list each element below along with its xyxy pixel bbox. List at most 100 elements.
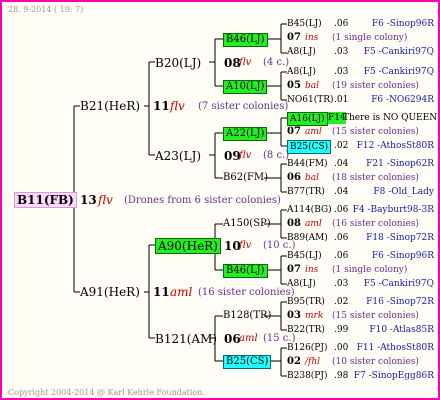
leaf-year: .04 xyxy=(334,159,349,169)
gen4-queen-5: A150(SP) xyxy=(223,218,271,229)
leaf-year: .04 xyxy=(334,187,349,197)
leaf-gen: 07 xyxy=(287,126,301,137)
leaf-flv: mrk xyxy=(305,311,324,321)
lower-b-queen: B121(AM) xyxy=(155,332,218,346)
lower-queen: A91(HeR) xyxy=(80,285,140,299)
leaf-year: .06 xyxy=(334,205,349,215)
leaf-queen: B77(TR) xyxy=(287,187,325,197)
gen4-queen-3: A22(LJ) xyxy=(223,127,268,141)
leaf-flv: ins xyxy=(305,33,319,43)
leaf-queen: A114(BG) xyxy=(287,205,332,215)
leaf-gen: 07 xyxy=(287,264,301,275)
leaf-origin: F5 -Cankiri97Q xyxy=(363,279,434,289)
leaf-queen: A8(LJ) xyxy=(287,279,316,289)
upper-gen: 11 xyxy=(153,99,170,113)
upper-flv: flv xyxy=(170,99,185,113)
leaf-note: (16 sister colonies) xyxy=(332,219,419,229)
lower-a-flv: flv xyxy=(239,240,252,251)
leaf-queen: B238(PJ) xyxy=(287,371,328,381)
leaf-origin: F5 -Cankiri97Q xyxy=(363,47,434,57)
leaf-gen: 03 xyxy=(287,310,301,321)
leaf-queen: A16(LJ) xyxy=(287,112,328,126)
leaf-note: (18 sister colonies) xyxy=(332,173,419,183)
leaf-origin: F4 -Bayburt98-3R xyxy=(352,205,434,215)
leaf-origin: F6 -Sinop96R xyxy=(371,19,434,29)
leaf-year: .02 xyxy=(334,141,349,151)
leaf-queen: B44(FM) xyxy=(287,159,328,169)
leaf-queen: B126(PJ) xyxy=(287,343,328,353)
leaf-origin: F11 -AthosSt80R xyxy=(356,343,434,353)
leaf-year: .01 xyxy=(334,95,349,105)
leaf-origin: F6 -Sinop96R xyxy=(371,251,434,261)
root-gen: 13 xyxy=(80,193,97,207)
leaf-gen: 07 xyxy=(287,32,301,43)
leaf-year: .03 xyxy=(334,67,349,77)
leaf-queen: B95(TR) xyxy=(287,297,325,307)
leaf-year: .00 xyxy=(334,343,349,353)
header-date: 28. 9-2014 ( 19: 7) xyxy=(8,5,84,14)
leaf-queen: A8(LJ) xyxy=(287,67,316,77)
lower-b-flv: aml xyxy=(239,333,258,344)
leaf-flv: bal xyxy=(305,81,320,91)
root-flv: flv xyxy=(98,193,113,207)
upper-queen: B21(HeR) xyxy=(80,99,141,113)
leaf-queen: B22(TR) xyxy=(287,325,325,335)
leaf-origin: F6 -NO6294R xyxy=(371,95,434,105)
leaf-year: .02 xyxy=(334,297,349,307)
leaf-note: (19 sister colonies) xyxy=(332,81,419,91)
leaf-note: (10 sister colonies) xyxy=(332,357,419,367)
leaf-note: (1 single colony) xyxy=(332,33,408,43)
upper-b-note: (8 c.) xyxy=(263,150,290,161)
leaf-year: .06 xyxy=(334,233,349,243)
footer-copyright: Copyright 2004-2014 @ Karl Kehrle Founda… xyxy=(8,388,205,397)
leaf-queen: A8(LJ) xyxy=(287,47,316,57)
leaf-origin: F12 -AthosSt80R xyxy=(356,141,434,151)
lower-flv: aml xyxy=(170,285,193,299)
root-note: (Drones from 6 sister colonies) xyxy=(124,195,281,206)
leaf-origin: F8 -Old_Lady xyxy=(373,187,434,197)
leaf-queen: B45(LJ) xyxy=(287,251,322,261)
leaf-year: .06 xyxy=(334,19,349,29)
leaf-queen: B45(LJ) xyxy=(287,19,322,29)
leaf-origin: F7 -SinopEgg86R xyxy=(353,371,434,381)
leaf-gen: 02 xyxy=(287,356,301,367)
gen4-queen-2: A10(LJ) xyxy=(223,80,268,94)
leaf-origin: F18 -Sinop72R xyxy=(366,233,434,243)
leaf-flv: aml xyxy=(305,219,322,229)
leaf-gen: 08 xyxy=(287,218,301,229)
gen4-queen-8: B25(CS) xyxy=(223,355,272,369)
leaf-queen: B25(CS) xyxy=(287,140,332,154)
leaf-year: .98 xyxy=(334,371,349,381)
pedigree-frame: 28. 9-2014 ( 19: 7) B11(FB) 13 flv (Dron… xyxy=(0,0,440,400)
upper-b-flv: flv xyxy=(239,150,252,161)
leaf-flv: ins xyxy=(305,265,319,275)
leaf-queen: NO61(TR) xyxy=(287,95,334,105)
lower-a-queen: A90(HeR) xyxy=(155,238,221,254)
upper-a-flv: flv xyxy=(239,57,252,68)
gen4-queen-6: B46(LJ) xyxy=(223,264,268,278)
gen4-queen-4: B62(FM) xyxy=(223,172,269,183)
leaf-flv: bal xyxy=(305,173,320,183)
gen4-queen-1: B46(LJ) xyxy=(223,33,268,47)
lower-note: (16 sister colonies) xyxy=(198,287,295,298)
root-queen: B11(FB) xyxy=(14,192,77,208)
leaf-note: (1 single colony) xyxy=(332,265,408,275)
leaf-gen: 05 xyxy=(287,80,301,91)
leaf-year: .99 xyxy=(334,325,349,335)
upper-note: (7 sister colonies) xyxy=(198,101,289,112)
leaf-origin: F16 -Sinop72R xyxy=(366,297,434,307)
upper-a-note: (4 c.) xyxy=(263,57,290,68)
leaf-gen: 06 xyxy=(287,172,301,183)
leaf-origin: F21 -Sinop62R xyxy=(366,159,434,169)
upper-a-queen: B20(LJ) xyxy=(155,56,202,70)
leaf-note: (15 sister colonies) xyxy=(332,311,419,321)
leaf-year: .03 xyxy=(334,279,349,289)
leaf-note: (15 sister colonies) xyxy=(332,127,419,137)
leaf-flv: /fhl xyxy=(305,357,321,367)
leaf-year: .06 xyxy=(334,251,349,261)
lower-gen: 11 xyxy=(153,285,170,299)
leaf-origin: There is NO QUEEN xyxy=(343,113,438,123)
gen4-queen-7: B128(TR) xyxy=(223,310,272,321)
leaf-queen: B89(AM) xyxy=(287,233,328,243)
leaf-origin: F5 -Cankiri97Q xyxy=(363,67,434,77)
